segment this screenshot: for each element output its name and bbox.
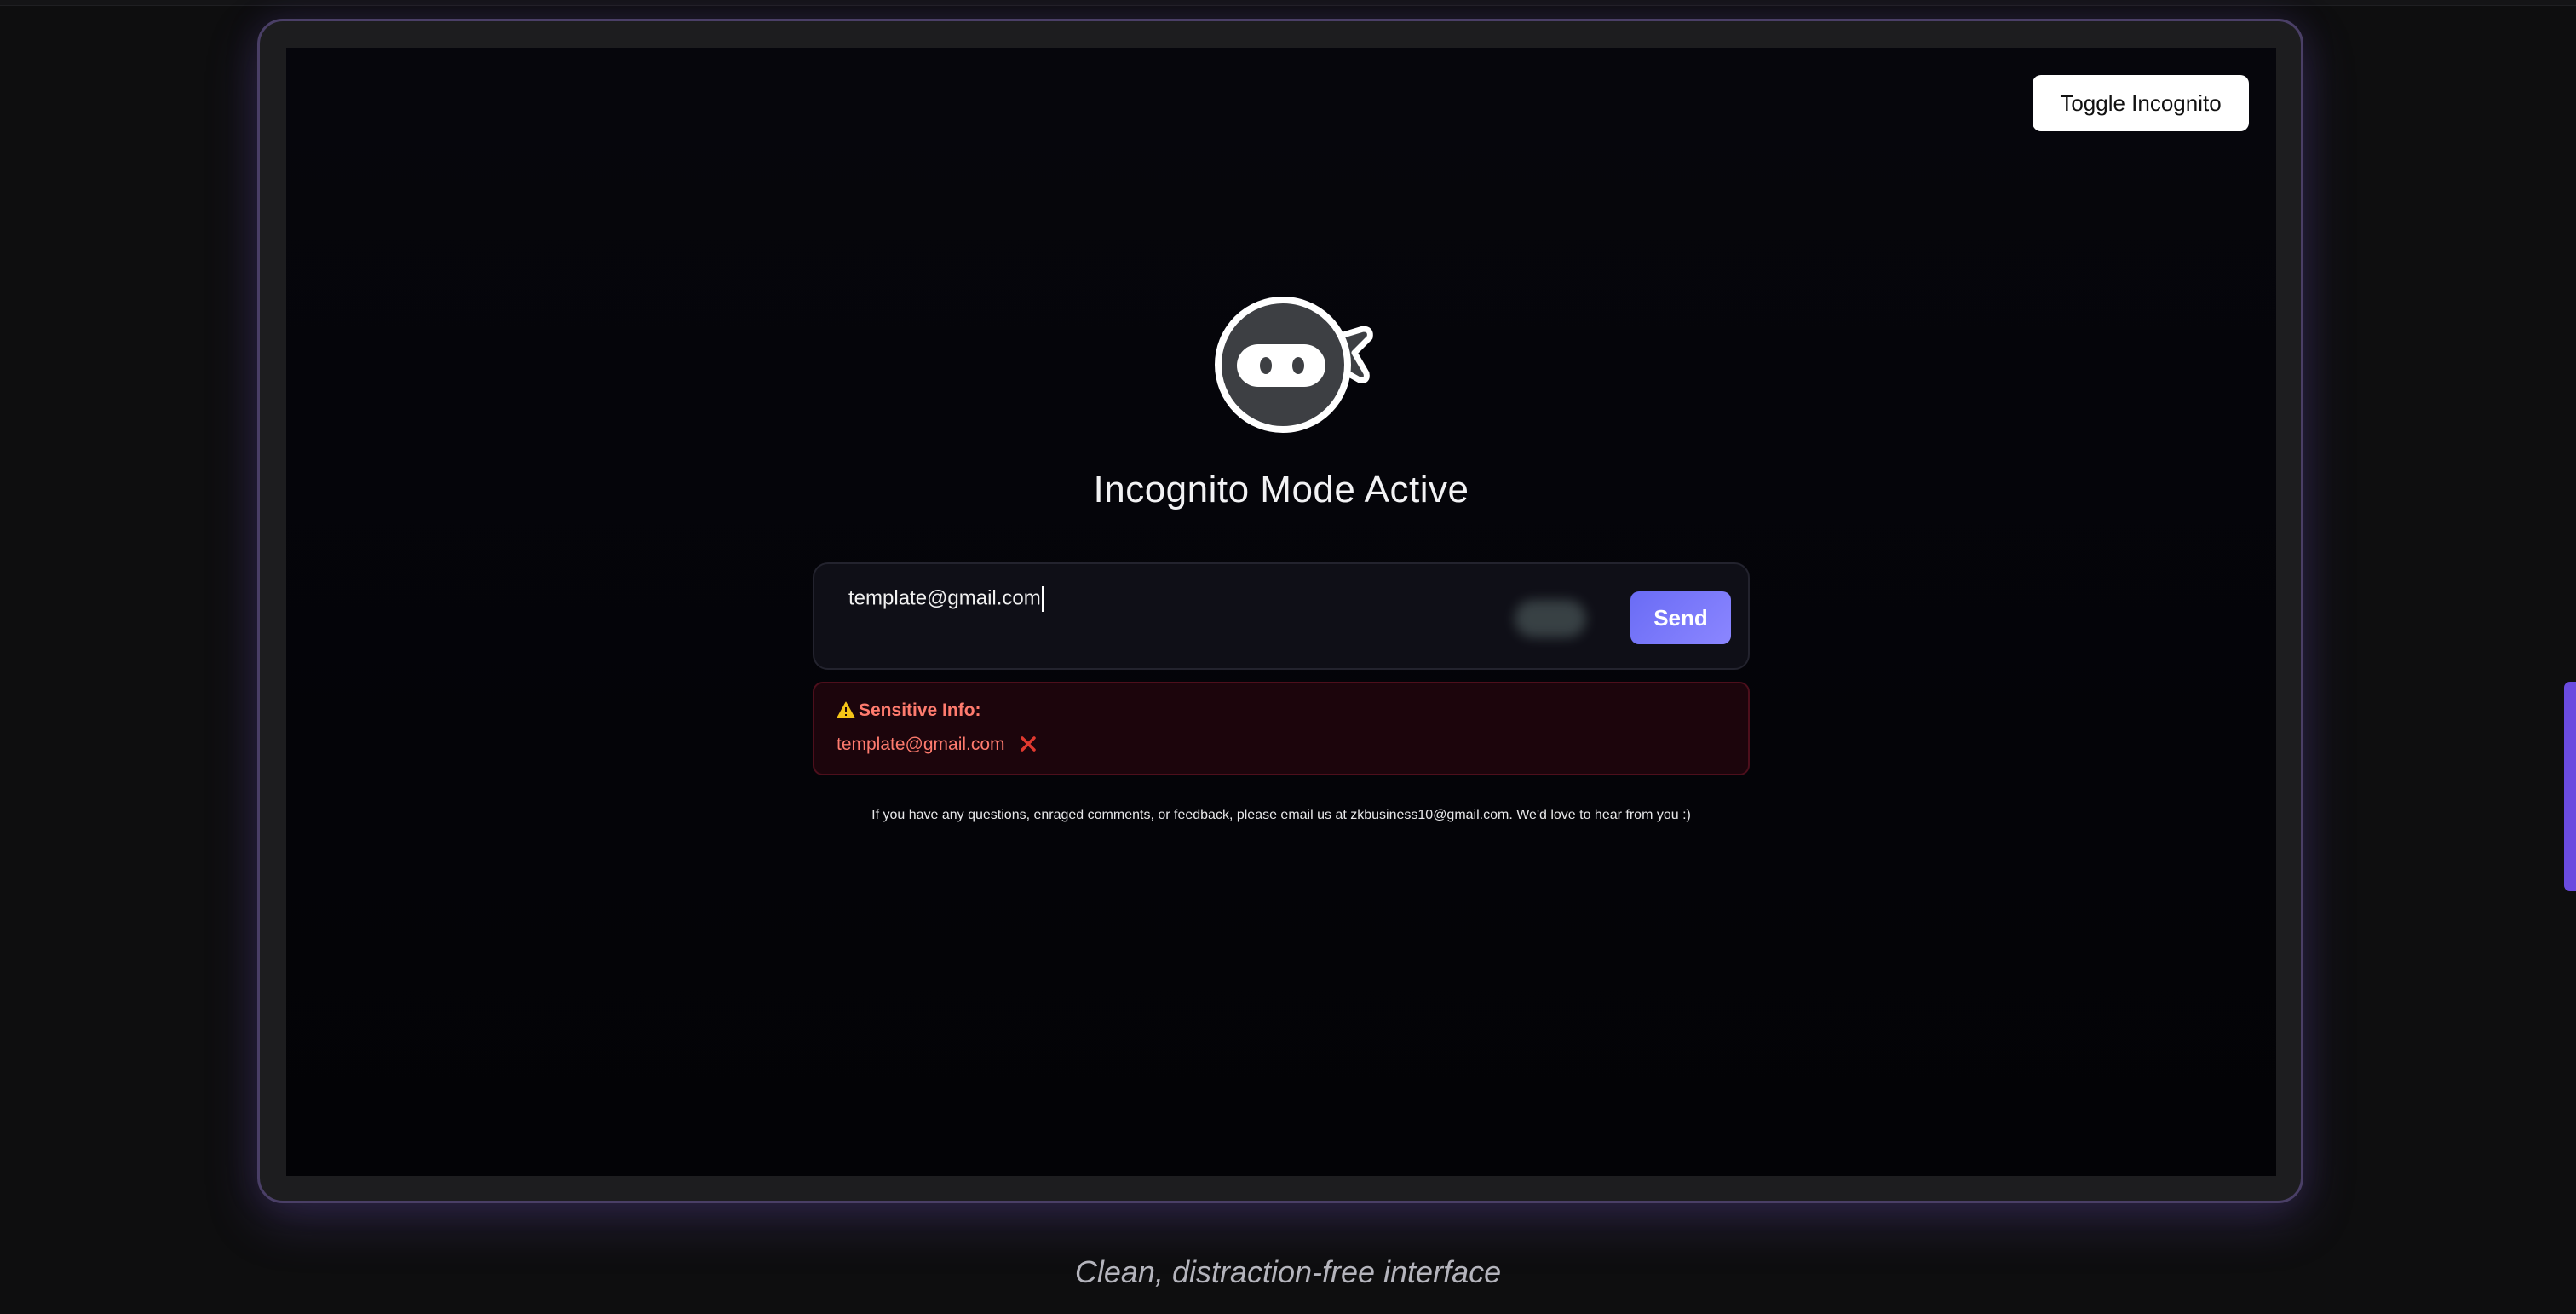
contact-note: If you have any questions, enraged comme… [871, 808, 1691, 822]
page-title: Incognito Mode Active [1093, 469, 1469, 510]
ninja-mask-icon [1215, 297, 1373, 433]
app-screen: Toggle Incognito Incognito Mode Active t… [286, 48, 2276, 1176]
alert-heading-text: Sensitive Info: [859, 700, 981, 720]
text-caret [1041, 586, 1044, 612]
warning-icon [837, 701, 855, 718]
top-divider [0, 0, 2576, 6]
sensitive-info-alert: Sensitive Info: template@gmail.com [813, 682, 1750, 775]
send-button[interactable]: Send [1630, 591, 1731, 644]
scrollbar-thumb[interactable] [2564, 682, 2576, 891]
close-x-icon[interactable] [1020, 735, 1037, 752]
message-input[interactable]: template@gmail.com [848, 586, 1496, 624]
sensitive-item-text: template@gmail.com [837, 735, 1005, 754]
message-composer: template@gmail.com Send [813, 562, 1750, 670]
toggle-incognito-button[interactable]: Toggle Incognito [2033, 75, 2249, 131]
message-input-value: template@gmail.com [848, 586, 1041, 610]
screenshot-caption: Clean, distraction-free interface [1074, 1254, 1502, 1289]
sensitive-item: template@gmail.com [837, 735, 1037, 755]
blurred-toggle-switch[interactable] [1515, 600, 1586, 637]
alert-heading: Sensitive Info: [837, 700, 981, 721]
